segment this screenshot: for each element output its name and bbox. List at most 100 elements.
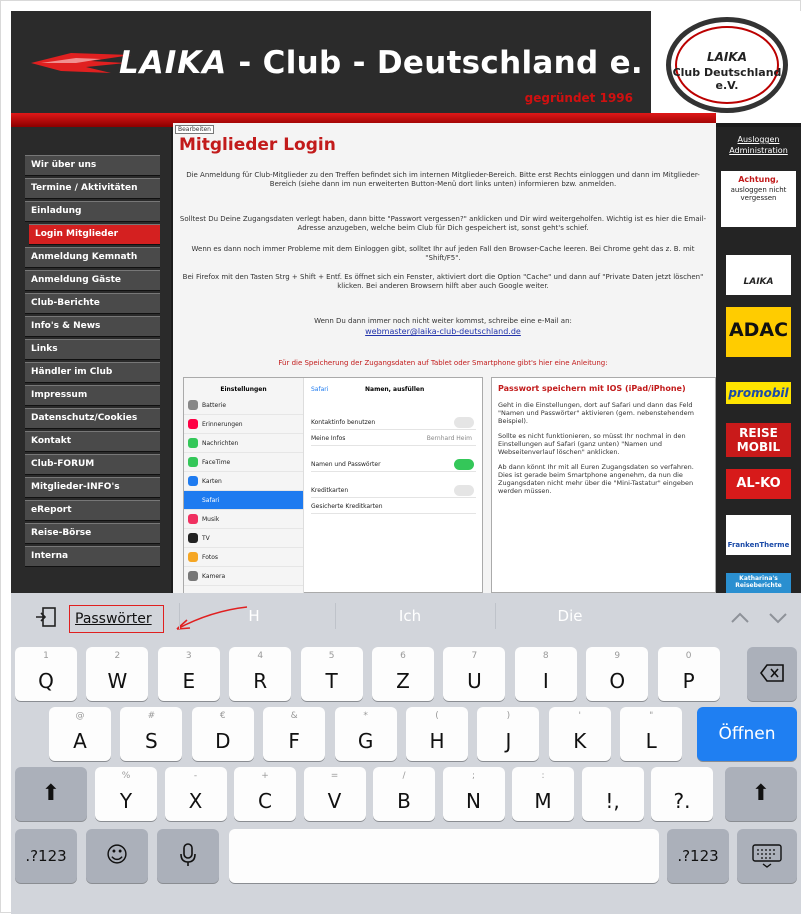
settings-row-label: Fotos: [202, 554, 219, 561]
ad-adac[interactable]: ADAC: [726, 307, 791, 357]
edit-badge[interactable]: Bearbeiten: [175, 125, 214, 134]
menu-item[interactable]: Login Mitglieder: [29, 224, 160, 245]
letter-key[interactable]: " L: [620, 707, 683, 761]
letter-key[interactable]: :M: [512, 767, 574, 821]
admin-link[interactable]: Administration: [716, 146, 801, 155]
dictation-key[interactable]: [157, 829, 219, 883]
app-icon: [188, 457, 198, 467]
letter-key[interactable]: ?.: [651, 767, 713, 821]
letter-key[interactable]: @ A: [49, 707, 111, 761]
laika-wing-logo-icon: [31, 53, 131, 73]
menu-item[interactable]: Mitglieder-INFO's: [25, 477, 160, 498]
key-hint: +: [261, 771, 269, 781]
key-label: L: [645, 729, 657, 753]
menu-item[interactable]: Wir über uns: [25, 155, 160, 176]
reminder-text: ausloggen nicht vergessen: [730, 186, 787, 202]
menu-item[interactable]: Impressum: [25, 385, 160, 406]
menu-item[interactable]: Einladung: [25, 201, 160, 222]
menu-item[interactable]: Anmeldung Gäste: [25, 270, 160, 291]
settings-row: Safari: [184, 491, 303, 510]
menu-item[interactable]: Club-Berichte: [25, 293, 160, 314]
ad-reisemobil[interactable]: REISE MOBIL: [726, 423, 791, 457]
open-key[interactable]: Öffnen: [697, 707, 797, 761]
firefox-paragraph: Bei Firefox mit den Tasten Strg + Shift …: [182, 273, 704, 290]
menu-item[interactable]: Händler im Club: [25, 362, 160, 383]
letter-key[interactable]: ) J: [477, 707, 540, 761]
letter-key[interactable]: 2W: [86, 647, 149, 701]
shift-key-right[interactable]: ⬆: [725, 767, 797, 821]
letter-key[interactable]: 4R: [229, 647, 292, 701]
numbers-key-left[interactable]: .?123: [15, 829, 77, 883]
menu-item[interactable]: Info's & News: [25, 316, 160, 337]
menu-item[interactable]: Interna: [25, 546, 160, 567]
shift-key-left[interactable]: ⬆: [15, 767, 87, 821]
left-sidebar: Wir über uns Termine / Aktivitäten Einladu…: [11, 127, 171, 593]
key-hint: ;: [471, 771, 476, 781]
letter-key[interactable]: ' K: [548, 707, 611, 761]
letter-key[interactable]: 9O: [586, 647, 649, 701]
letter-key[interactable]: # S: [120, 707, 183, 761]
letter-key[interactable]: 8I: [514, 647, 577, 701]
ad-promobil[interactable]: promobil: [726, 382, 791, 404]
backspace-key[interactable]: [747, 647, 797, 701]
suggestion-1[interactable]: H: [179, 607, 329, 625]
emoji-key[interactable]: ☺: [86, 829, 148, 883]
menu-item[interactable]: Datenschutz/Cookies: [25, 408, 160, 429]
letter-key[interactable]: !,: [581, 767, 644, 821]
suggestion-3[interactable]: Die: [495, 607, 645, 625]
passwords-button[interactable]: Passwörter: [75, 611, 152, 627]
suggestion-2[interactable]: Ich: [335, 607, 485, 625]
ad-frankentherme[interactable]: FrankenTherme: [726, 515, 791, 555]
app-icon: [188, 419, 198, 429]
key-hint: #: [147, 711, 156, 721]
ad-laika[interactable]: LAIKA: [726, 255, 791, 295]
chevron-up-icon[interactable]: [725, 603, 755, 633]
logout-reminder: Achtung, ausloggen nicht vergessen: [721, 171, 796, 227]
open-key-label: Öffnen: [718, 724, 776, 744]
menu-item[interactable]: Links: [25, 339, 160, 360]
site-title[interactable]: LAIKA - Club - Deutschland e. V.: [119, 45, 686, 81]
letter-key[interactable]: € D: [191, 707, 254, 761]
letter-key[interactable]: 5T: [300, 647, 363, 701]
letter-key[interactable]: 7U: [443, 647, 506, 701]
letter-key[interactable]: 6Z: [372, 647, 434, 701]
instructions-heading: Passwort speichern mit IOS (iPad/iPhone): [498, 384, 686, 393]
menu-item[interactable]: Termine / Aktivitäten: [25, 178, 160, 199]
numbers-key-right[interactable]: .?123: [667, 829, 729, 883]
letter-key[interactable]: -X: [164, 767, 227, 821]
letter-key[interactable]: + C: [234, 767, 296, 821]
hide-keyboard-key[interactable]: [737, 829, 797, 883]
pane-row-label: Meine Infos: [311, 435, 346, 442]
space-bar[interactable]: [229, 829, 659, 883]
menu-item[interactable]: Kontakt: [25, 431, 160, 452]
letter-key[interactable]: = V: [303, 767, 366, 821]
webmaster-email-link[interactable]: webmaster@laika-club-deutschland.de: [365, 327, 521, 336]
menu-item[interactable]: Anmeldung Kemnath: [25, 247, 160, 268]
letter-key[interactable]: (H: [406, 707, 468, 761]
ad-reiseberichte[interactable]: Katharina's Reiseberichte: [726, 573, 791, 593]
menu-item[interactable]: eReport: [25, 500, 160, 521]
emoji-icon: ☺: [105, 843, 129, 868]
letter-key[interactable]: ; N: [442, 767, 505, 821]
settings-row: Nachrichten: [184, 434, 303, 453]
logout-link[interactable]: Ausloggen: [716, 135, 801, 144]
letter-key[interactable]: & F: [263, 707, 326, 761]
chevron-down-icon[interactable]: [763, 603, 793, 633]
ad-alko[interactable]: AL-KO: [726, 469, 791, 499]
key-label: Z: [396, 669, 410, 693]
club-seal-logo: LAIKA Club Deutschland e.V.: [666, 17, 788, 113]
letter-key[interactable]: % Y: [95, 767, 157, 821]
pane-row: Kreditkarten: [311, 482, 476, 498]
letter-key[interactable]: * G: [334, 707, 397, 761]
letter-key[interactable]: 1Q: [15, 647, 77, 701]
menu-item[interactable]: Club-FORUM: [25, 454, 160, 475]
app-icon: [188, 495, 198, 505]
key-label: I: [542, 669, 549, 693]
menu-item[interactable]: Reise-Börse: [25, 523, 160, 544]
letter-key[interactable]: / B: [373, 767, 435, 821]
key-password-icon[interactable]: [35, 607, 57, 627]
site-title-rest: - Club - Deutschland e. V.: [238, 45, 687, 81]
instructions-p2: Sollte es nicht funktionieren, so müsst …: [498, 432, 686, 456]
letter-key[interactable]: 0P: [657, 647, 720, 701]
letter-key[interactable]: 3E: [157, 647, 220, 701]
